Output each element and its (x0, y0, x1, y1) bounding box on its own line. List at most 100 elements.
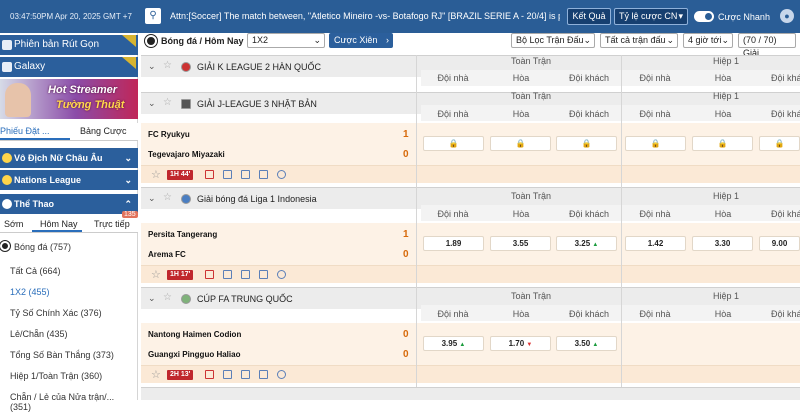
away-score: 0 (403, 349, 409, 360)
star-icon[interactable]: ☆ (163, 60, 172, 71)
scoreboard-icon[interactable] (205, 270, 214, 279)
star-icon[interactable]: ☆ (151, 368, 161, 381)
odds-type-select[interactable]: Tỷ lệ cược CN ▾ (614, 8, 688, 25)
menu-item-count: (435) (46, 329, 68, 339)
menu-item-count: (664) (39, 266, 61, 276)
category-nations-league[interactable]: Nations League ⌄ (0, 170, 138, 190)
star-icon[interactable]: ☆ (163, 192, 172, 203)
live-time-badge: 2H 13' (167, 370, 194, 380)
new-ribbon-icon (122, 35, 136, 47)
menu-item-half-odd-even[interactable]: Chẵn / Lẻ của Nửa trận/... (351) (10, 392, 137, 412)
league-count[interactable]: (70 / 70) Giải (738, 33, 796, 58)
home-team[interactable]: Persita Tangerang (148, 230, 217, 239)
home-score: 1 (403, 229, 409, 240)
col-away: Đội khách (568, 109, 610, 119)
star-icon[interactable]: ☆ (163, 97, 172, 108)
user-icon[interactable]: ● (780, 9, 794, 23)
home-team[interactable]: FC Ryukyu (148, 130, 190, 139)
live-tracker-icon[interactable] (277, 370, 286, 379)
menu-item-label: Lẻ/Chẵn (10, 329, 45, 339)
chart-icon[interactable] (259, 270, 268, 279)
col-away: Đội khách (568, 309, 610, 319)
col-half-draw: Hòa (714, 209, 732, 219)
list-icon[interactable] (241, 270, 250, 279)
locked-odd: 🔒 (625, 136, 686, 151)
odd-away[interactable]: 3.50 ▲ (556, 336, 617, 351)
odd-half-home[interactable]: 1.42 (625, 236, 686, 251)
menu-item-total-goals[interactable]: Tổng Số Bàn Thắng (373) (10, 350, 114, 360)
live-tracker-icon[interactable] (277, 270, 286, 279)
tab-live[interactable]: Trực tiếp (94, 219, 130, 229)
results-button[interactable]: Kết Quả (567, 8, 611, 25)
category-women-euro[interactable]: Vô Địch Nữ Châu Âu ⌄ (0, 148, 138, 168)
stats-icon[interactable] (223, 270, 232, 279)
league-filter-select[interactable]: Bộ Lọc Trận Đấu ⌄ (511, 33, 595, 48)
market-select[interactable]: 1X2 ⌄ (247, 33, 325, 48)
trophy-icon (2, 175, 12, 185)
col-away: Đội khách (568, 73, 610, 83)
first-half-header: Hiệp 1 (712, 191, 739, 201)
tab-today[interactable]: Hôm Nay (40, 219, 78, 229)
stats-icon[interactable] (223, 370, 232, 379)
locked-odd: 🔒 (556, 136, 617, 151)
streamer-banner[interactable]: Hot Streamer Tường Thuật (0, 79, 138, 119)
scoreboard-icon[interactable] (205, 370, 214, 379)
home-team[interactable]: Nantong Haimen Codion (148, 330, 241, 339)
col-draw: Hòa (512, 73, 530, 83)
locked-odd: 🔒 (423, 136, 484, 151)
col-half-home: Đội nhà (639, 73, 671, 83)
odd-draw[interactable]: 3.55 (490, 236, 551, 251)
menu-item-count: (376) (80, 308, 102, 318)
odd-away[interactable]: 3.25 ▲ (556, 236, 617, 251)
odd-home[interactable]: 3.95 ▲ (423, 336, 484, 351)
home-score: 1 (403, 129, 409, 140)
sport-football[interactable]: Bóng đá (757) (0, 241, 71, 252)
stats-icon[interactable] (223, 170, 232, 179)
chart-icon[interactable] (259, 370, 268, 379)
time-select[interactable]: 4 giờ tới ⌄ (683, 33, 733, 48)
odd-half-away[interactable]: 9.00 (759, 236, 800, 251)
scoreboard-icon[interactable] (205, 170, 214, 179)
menu-item-half-full[interactable]: Hiệp 1/Toàn Trận (360) (10, 371, 102, 381)
menu-item-count: (455) (28, 287, 50, 297)
search-icon[interactable]: ⚲ (145, 8, 161, 24)
list-icon[interactable] (241, 370, 250, 379)
menu-item-correct-score[interactable]: Tỷ Số Chính Xác (376) (10, 308, 102, 318)
tab-early[interactable]: Sớm (4, 219, 23, 229)
menu-item-1x2[interactable]: 1X2 (455) (10, 287, 50, 297)
korea-flag-icon (181, 62, 191, 72)
tab-bet-table[interactable]: Bảng Cược (80, 126, 126, 136)
star-icon[interactable]: ☆ (151, 268, 161, 281)
away-team[interactable]: Guangxi Pingguo Haliao (148, 350, 240, 359)
parlay-button[interactable]: Cược Xiên › (329, 33, 393, 48)
chart-icon[interactable] (259, 170, 268, 179)
odd-draw[interactable]: 1.70 ▼ (490, 336, 551, 351)
compact-version-button[interactable]: Phiên bản Rút Gọn (0, 35, 138, 55)
galaxy-button[interactable]: Galaxy (0, 57, 138, 77)
fast-bet-toggle[interactable] (694, 11, 714, 22)
category-label: Vô Địch Nữ Châu Âu (14, 153, 103, 163)
league-header[interactable] (141, 387, 800, 400)
odd-half-draw[interactable]: 3.30 (692, 236, 753, 251)
list-icon[interactable] (241, 170, 250, 179)
time-select-value: 4 giờ tới (688, 35, 722, 45)
menu-item-odd-even[interactable]: Lẻ/Chẵn (435) (10, 329, 68, 339)
star-icon[interactable]: ☆ (163, 292, 172, 303)
live-count-badge: 135 (122, 211, 138, 218)
active-tab-indicator (32, 230, 82, 232)
col-home: Đội nhà (437, 309, 469, 319)
full-time-header: Toàn Trận (510, 91, 552, 101)
filter-bar: Bóng đá / Hôm Nay 1X2 ⌄ Cược Xiên › Bộ Lọc… (141, 33, 800, 58)
menu-item-all[interactable]: Tất Cả (664) (10, 266, 61, 276)
away-team[interactable]: Tegevajaro Miyazaki (148, 150, 225, 159)
odd-home[interactable]: 1.89 (423, 236, 484, 251)
star-icon[interactable]: ☆ (151, 168, 161, 181)
away-team[interactable]: Arema FC (148, 250, 186, 259)
tab-bet-slip[interactable]: Phiếu Đặt ... (0, 126, 50, 136)
fast-bet-label: Cược Nhanh (718, 12, 770, 22)
china-cup-icon (181, 294, 191, 304)
match-filter-select[interactable]: Tất cả trận đấu ⌄ (600, 33, 678, 48)
category-sports[interactable]: Thể Thao ⌃ (0, 194, 138, 214)
compact-version-label: Phiên bản Rút Gọn (14, 39, 100, 50)
live-tracker-icon[interactable] (277, 170, 286, 179)
